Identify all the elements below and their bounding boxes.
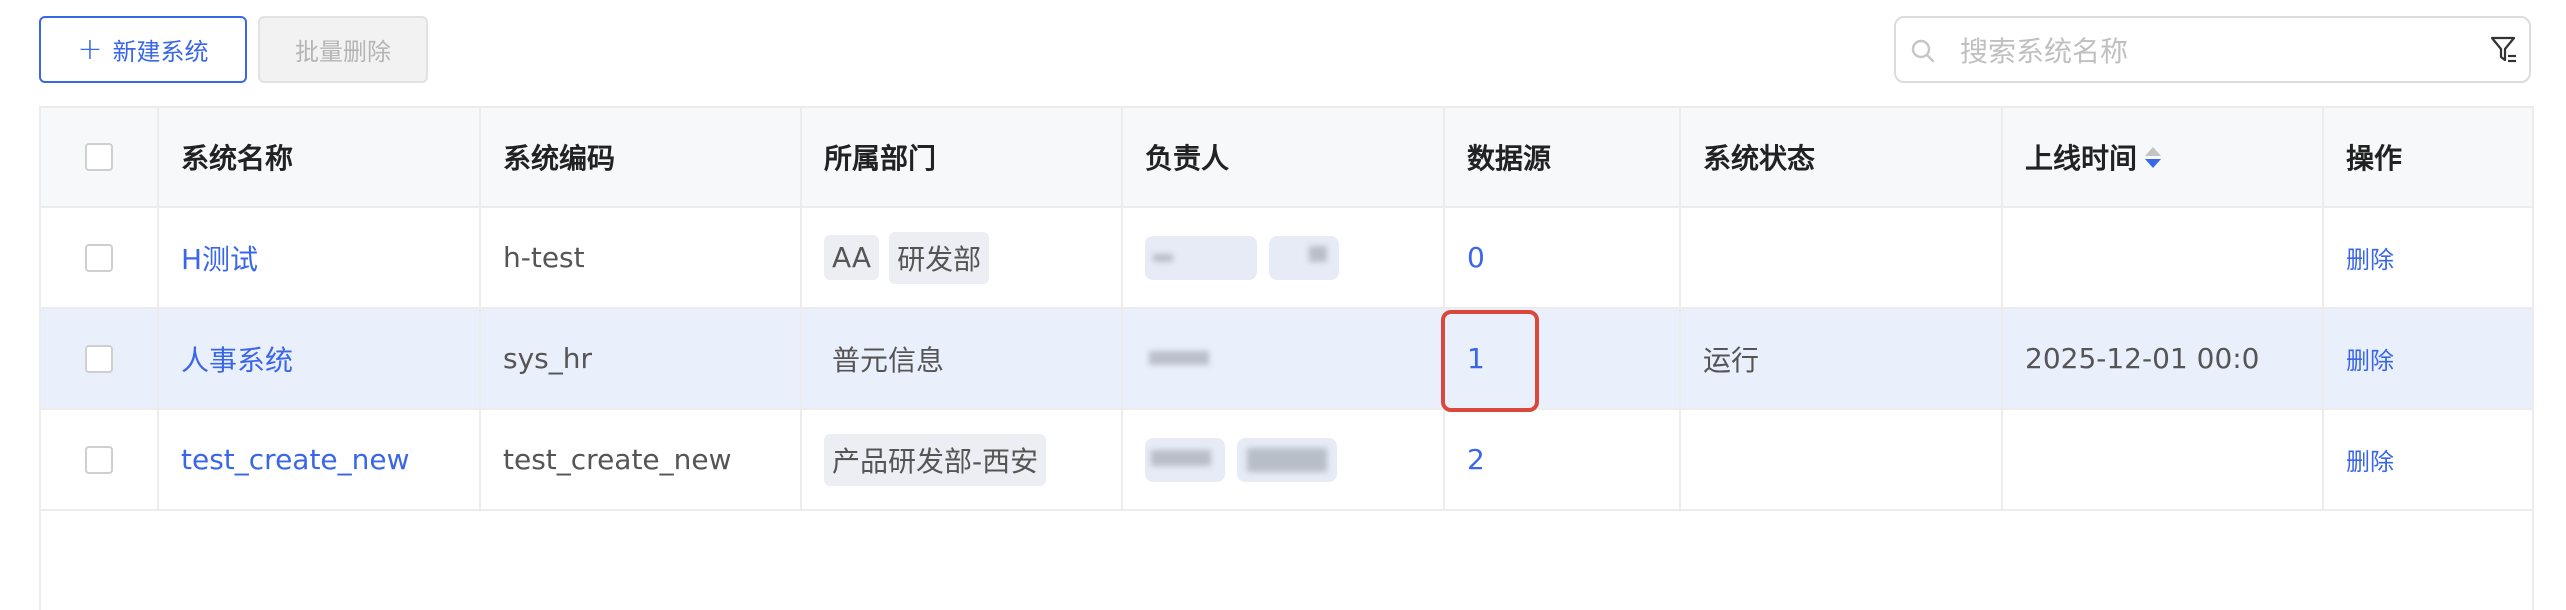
header-actions: 操作: [2346, 142, 2403, 175]
datasource-count-link[interactable]: 2: [1467, 443, 1485, 476]
department-cell: 普元信息: [802, 309, 1123, 408]
header-datasource: 数据源: [1445, 108, 1681, 206]
batch-delete-button[interactable]: 批量删除: [258, 16, 428, 83]
department-tag: 产品研发部-西安: [824, 433, 1047, 486]
search-box: [1894, 16, 2531, 83]
delete-link[interactable]: 删除: [2346, 341, 2394, 376]
owner-avatar-redacted: [1145, 235, 1257, 280]
select-all-checkbox[interactable]: [85, 143, 113, 171]
header-system-name: 系统名称: [159, 108, 481, 206]
new-system-button[interactable]: + 新建系统: [39, 16, 247, 83]
header-status: 系统状态: [1681, 108, 2003, 206]
table-row: 人事系统 sys_hr 普元信息 1 运行 2025-12-01 00:0 删除: [41, 309, 2532, 410]
search-input[interactable]: [1958, 28, 2462, 74]
owner-cell: [1123, 309, 1445, 408]
header-system-code: 系统编码: [481, 108, 802, 206]
row-checkbox[interactable]: [85, 344, 113, 373]
delete-link[interactable]: 删除: [2346, 442, 2394, 477]
table-row: test_create_new test_create_new 产品研发部-西安…: [41, 410, 2532, 511]
sort-icon[interactable]: [2145, 146, 2162, 168]
department-tag: 研发部: [889, 231, 990, 284]
system-name-link[interactable]: H测试: [181, 238, 258, 278]
online-time: [2003, 410, 2324, 509]
header-online-time[interactable]: 上线时间: [2003, 108, 2324, 206]
plus-icon: +: [77, 31, 103, 67]
department-cell: 产品研发部-西安: [802, 410, 1123, 509]
owner-cell: [1123, 410, 1445, 509]
owner-avatar-redacted: [1145, 337, 1215, 381]
system-status: [1681, 208, 2003, 307]
new-system-label: 新建系统: [112, 38, 209, 66]
row-checkbox[interactable]: [85, 445, 113, 474]
owner-avatar-redacted: [1145, 437, 1225, 482]
row-select-cell: [41, 208, 159, 307]
system-code: sys_hr: [481, 309, 802, 408]
system-code: test_create_new: [481, 410, 802, 509]
systems-table: 系统名称 系统编码 所属部门 负责人 数据源 系统状态 上线时间 操作 H测试 …: [39, 106, 2534, 610]
department-cell: AA 研发部: [802, 208, 1123, 307]
header-online-time-label: 上线时间: [2025, 142, 2138, 175]
header-owner: 负责人: [1123, 108, 1445, 206]
owner-avatar-redacted: [1269, 235, 1339, 280]
row-checkbox[interactable]: [85, 243, 113, 272]
datasource-highlight-box: [1441, 310, 1539, 412]
row-select-cell: [41, 410, 159, 509]
owner-avatar-redacted: [1237, 437, 1337, 482]
owner-cell: [1123, 208, 1445, 307]
table-header: 系统名称 系统编码 所属部门 负责人 数据源 系统状态 上线时间 操作: [41, 108, 2532, 208]
system-status: 运行: [1681, 309, 2003, 408]
system-status: [1681, 410, 2003, 509]
table-row: H测试 h-test AA 研发部 0 删除: [41, 208, 2532, 309]
header-department: 所属部门: [802, 108, 1123, 206]
system-code: h-test: [481, 208, 802, 307]
department-tag: AA: [824, 235, 880, 280]
delete-link[interactable]: 删除: [2346, 240, 2394, 275]
online-time: 2025-12-01 00:0: [2003, 309, 2324, 408]
select-all-cell: [41, 108, 159, 206]
filter-icon[interactable]: [2489, 34, 2519, 70]
system-name-link[interactable]: test_create_new: [181, 443, 410, 476]
search-icon: [1910, 38, 1936, 68]
system-name-link[interactable]: 人事系统: [181, 339, 293, 379]
online-time: [2003, 208, 2324, 307]
department-text: 普元信息: [832, 343, 945, 377]
datasource-count-link[interactable]: 0: [1467, 241, 1485, 274]
batch-delete-label: 批量删除: [295, 38, 391, 66]
row-select-cell: [41, 309, 159, 408]
toolbar: + 新建系统 批量删除: [0, 0, 2566, 100]
